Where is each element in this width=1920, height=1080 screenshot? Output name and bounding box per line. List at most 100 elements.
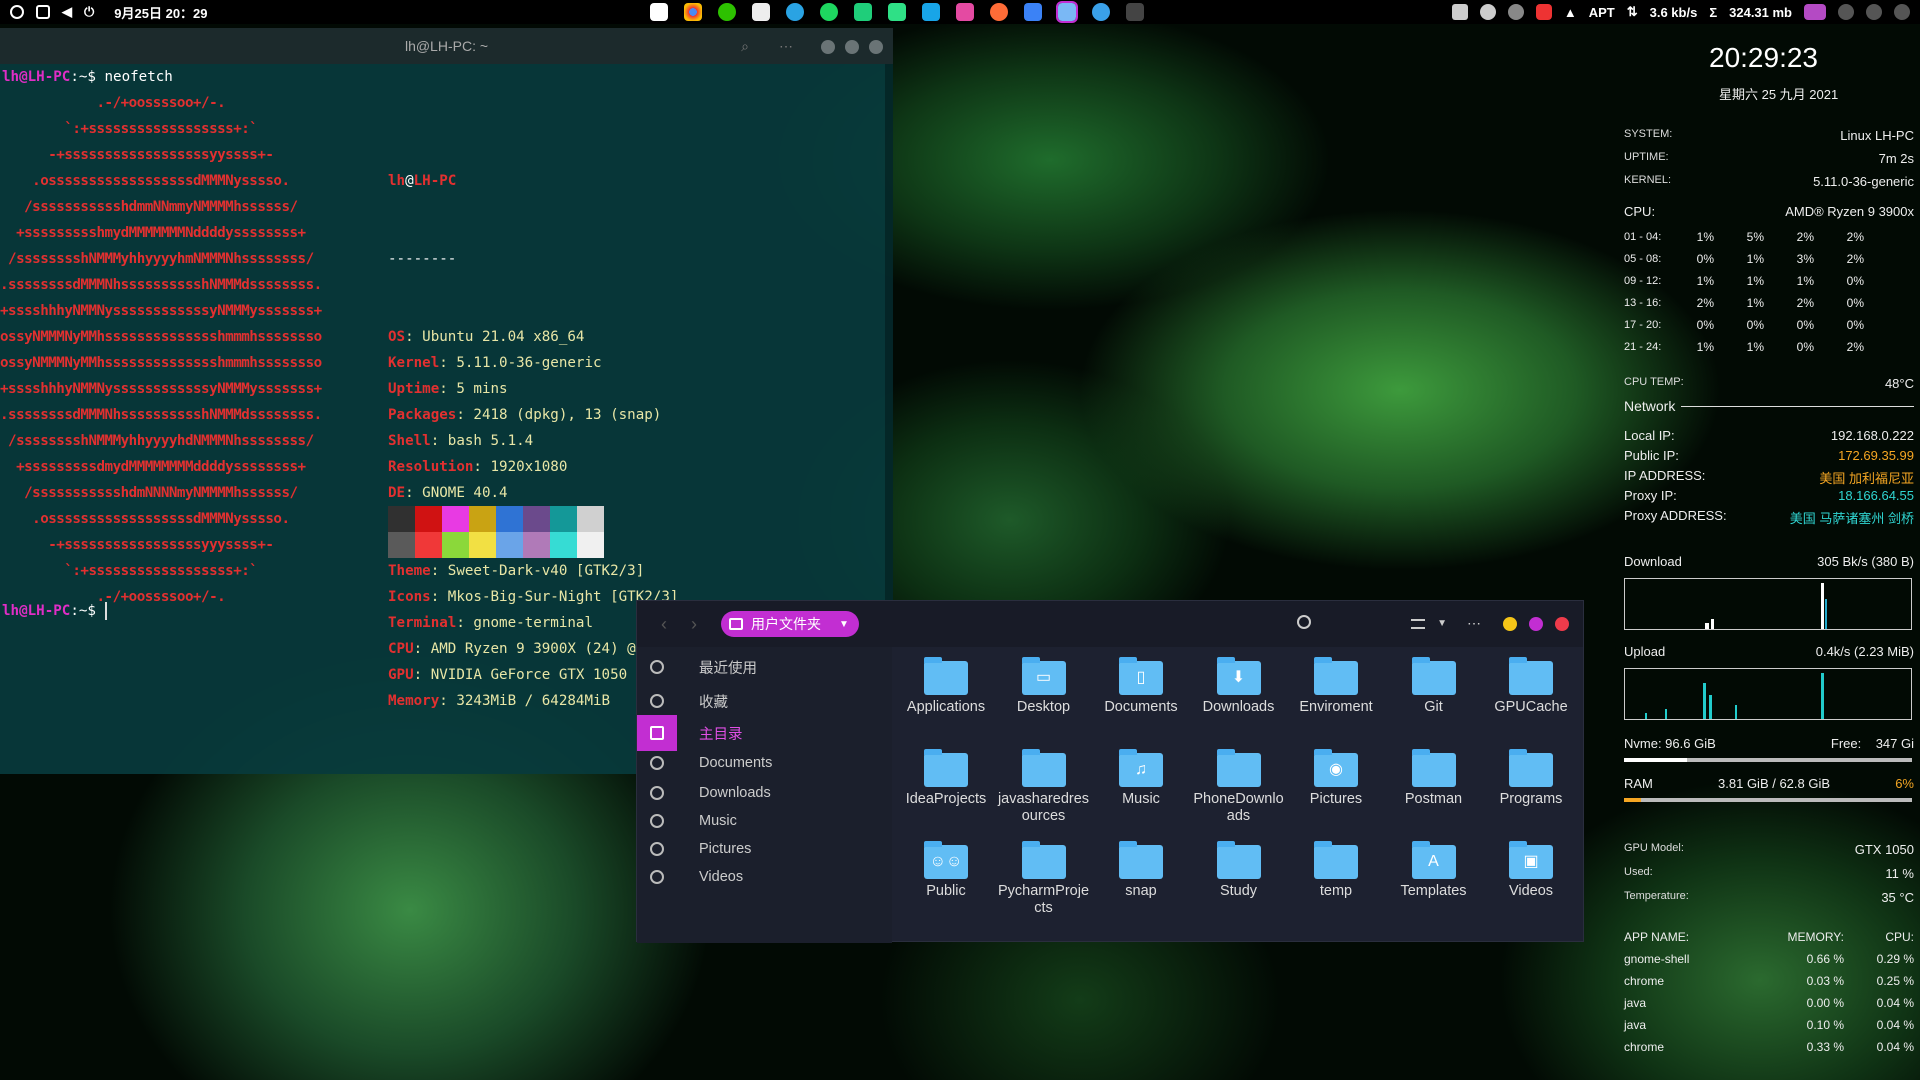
folder-item[interactable]: ⬇ Downloads xyxy=(1190,657,1288,716)
folder-item[interactable]: ☺☺ Public xyxy=(897,841,995,900)
folder-item[interactable]: ▯ Documents xyxy=(1092,657,1190,716)
download-label: Download xyxy=(1624,554,1682,569)
folder-glyph: ▯ xyxy=(1136,669,1146,686)
breadcrumb[interactable]: 用户文件夹 ▼ xyxy=(721,611,859,637)
folder-item[interactable]: A Templates xyxy=(1385,841,1483,900)
screenshot-icon[interactable] xyxy=(1804,4,1826,20)
logo-line: +sssshhhyNMMNyssssssssssssyNMMMysssssss+ xyxy=(0,381,322,397)
process-header: MEMORY: xyxy=(1787,930,1844,944)
folder-item[interactable]: Enviroment xyxy=(1287,657,1385,716)
graph-bar xyxy=(1821,583,1824,629)
folder-item[interactable]: javasharedresources xyxy=(995,749,1093,825)
folder-item[interactable]: ▭ Desktop xyxy=(995,657,1093,716)
pycharm-icon[interactable] xyxy=(854,3,872,21)
idea-icon[interactable] xyxy=(956,3,974,21)
circle-icon-2[interactable] xyxy=(1866,4,1882,20)
folder-item[interactable]: IdeaProjects xyxy=(897,749,995,808)
process-cell: chrome xyxy=(1624,974,1665,988)
process-row: chrome 0.03 % 0.25 % xyxy=(1624,970,1914,992)
folder-item[interactable]: snap xyxy=(1092,841,1190,900)
breadcrumb-label: 用户文件夹 xyxy=(751,616,821,632)
mail-icon[interactable] xyxy=(36,5,50,19)
back-button[interactable]: ‹ xyxy=(649,614,679,635)
list-view-icon[interactable] xyxy=(1411,618,1426,629)
search-icon[interactable]: ⌕ xyxy=(741,38,749,55)
clock-datetime[interactable]: 9月25日 20：29 xyxy=(114,3,207,22)
webstorm-icon[interactable] xyxy=(922,3,940,21)
settings-icon[interactable] xyxy=(10,5,24,19)
folder-item[interactable]: temp xyxy=(1287,841,1385,900)
folder-item[interactable]: Applications xyxy=(897,657,995,716)
folder-item[interactable]: Postman xyxy=(1385,749,1483,808)
cpu-core-value: 1% xyxy=(1746,252,1764,266)
folder-icon xyxy=(924,749,968,787)
circle-icon[interactable] xyxy=(1838,4,1854,20)
sidebar-item[interactable]: 收藏 xyxy=(637,683,892,719)
wechat-icon[interactable] xyxy=(718,3,736,21)
folder-item[interactable]: ◉ Pictures xyxy=(1287,749,1385,808)
terminal-controls: ⌕ ⋯ xyxy=(741,38,883,55)
chevron-down-icon[interactable]: ▼ xyxy=(839,619,849,630)
proxy-address-row: Proxy ADDRESS: 美国 马萨诸塞州 剑桥 xyxy=(1624,508,1914,527)
files-icon[interactable] xyxy=(1056,1,1078,23)
folder-name: Downloads xyxy=(1202,699,1275,715)
folder-item[interactable]: Git xyxy=(1385,657,1483,716)
file-manager-window[interactable]: ‹ › 用户文件夹 ▼ ▼ ⋯ 最近使用 收藏 主目录 Documents Downlo… xyxy=(636,600,1584,943)
keyboard-icon[interactable] xyxy=(1451,4,1468,20)
sidebar-item[interactable]: 最近使用 xyxy=(637,649,892,685)
typora-icon[interactable] xyxy=(752,3,770,21)
folder-glyph: ☺☺ xyxy=(929,853,963,870)
toolbox-icon[interactable] xyxy=(1024,3,1042,21)
home-icon xyxy=(650,726,664,740)
cpu-core-value: 2% xyxy=(1846,340,1864,354)
folder-icon xyxy=(924,657,968,695)
cloud-icon[interactable] xyxy=(1092,3,1110,21)
power-icon[interactable]: ⏻ xyxy=(84,4,94,20)
folder-item[interactable]: PycharmProjects xyxy=(995,841,1093,917)
folder-item[interactable]: PhoneDownloads xyxy=(1190,749,1288,825)
cpu-core-value: 1% xyxy=(1746,340,1764,354)
more-icon[interactable]: ⋯ xyxy=(1467,615,1481,632)
sidebar-item-label: Documents xyxy=(699,755,773,771)
process-header: APP NAME: xyxy=(1624,930,1690,944)
volume-icon[interactable]: ◀ xyxy=(62,4,72,20)
local-ip-label: Local IP: xyxy=(1624,428,1675,443)
forward-button[interactable]: › xyxy=(679,614,709,635)
close-button[interactable] xyxy=(869,39,883,54)
terminal-titlebar[interactable]: lh@LH-PC: ~ ⌕ ⋯ xyxy=(0,28,893,64)
close-button[interactable] xyxy=(1555,616,1569,631)
terminal-icon[interactable] xyxy=(1126,3,1144,21)
maximize-button[interactable] xyxy=(1529,616,1543,631)
chevron-down-icon[interactable]: ▼ xyxy=(1437,618,1447,629)
minimize-button[interactable] xyxy=(1503,616,1517,631)
clash-icon[interactable] xyxy=(1479,4,1496,20)
more-icon[interactable]: ⋯ xyxy=(779,38,793,55)
search-icon[interactable] xyxy=(1297,615,1311,629)
folder-item[interactable]: Study xyxy=(1190,841,1288,900)
telegram-icon[interactable] xyxy=(786,3,804,21)
process-cell: java xyxy=(1624,1018,1647,1032)
chrome-icon[interactable] xyxy=(684,3,702,21)
folder-item[interactable]: ▣ Videos xyxy=(1482,841,1580,900)
apt-label[interactable]: APT xyxy=(1589,5,1615,20)
pycharm-community-icon[interactable] xyxy=(888,3,906,21)
sidebar-item[interactable]: Videos xyxy=(637,859,892,895)
folder-item[interactable]: GPUCache xyxy=(1482,657,1580,716)
folder-item[interactable]: Programs xyxy=(1482,749,1580,808)
postman-icon[interactable] xyxy=(990,3,1008,21)
process-cell: 0.04 % xyxy=(1876,1018,1914,1032)
process-cell: 0.25 % xyxy=(1876,974,1914,988)
circle-icon-3[interactable] xyxy=(1894,4,1910,20)
grid-app-icon[interactable] xyxy=(650,3,668,21)
folder-icon xyxy=(1314,657,1358,695)
network-icon[interactable] xyxy=(1507,4,1524,20)
nvme-free-label: Free: xyxy=(1830,736,1862,751)
netease-music-icon[interactable] xyxy=(1535,4,1552,20)
maximize-button[interactable] xyxy=(845,39,859,54)
spotify-icon[interactable] xyxy=(820,3,838,21)
folder-item[interactable]: ♫ Music xyxy=(1092,749,1190,808)
bell-icon[interactable]: ▲ xyxy=(1564,5,1577,20)
folder-icon xyxy=(1509,749,1553,787)
divider xyxy=(1681,405,1914,407)
minimize-button[interactable] xyxy=(821,39,835,54)
